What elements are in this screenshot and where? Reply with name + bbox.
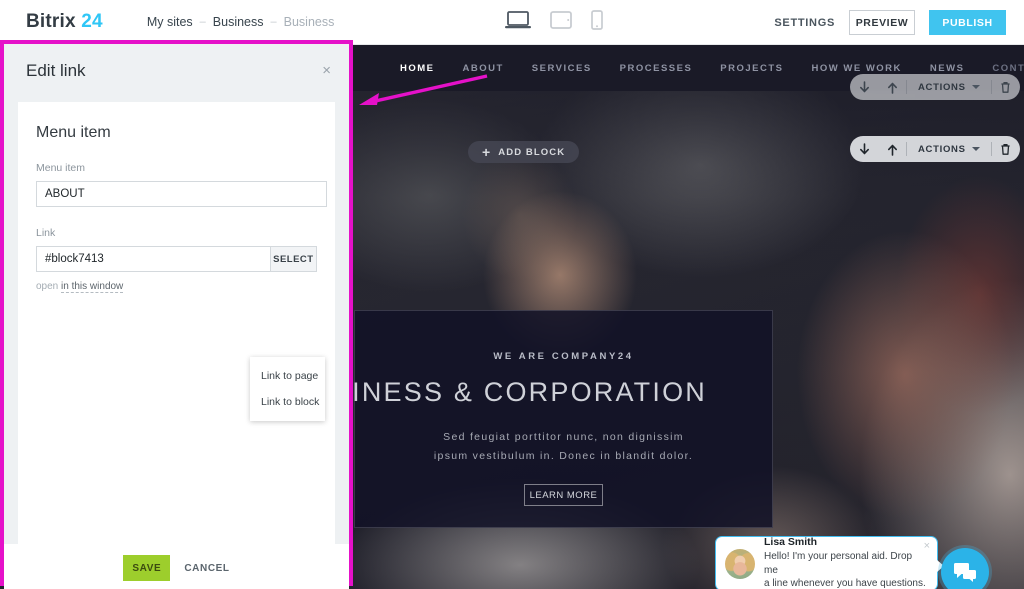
form-section-title: Menu item xyxy=(36,124,111,141)
site-nav-item-news[interactable]: NEWS xyxy=(930,63,965,74)
cancel-button[interactable]: CANCEL xyxy=(184,563,229,574)
chat-message-line-1: Hello! I'm your personal aid. Drop me xyxy=(764,551,913,576)
site-nav-item-home[interactable]: HOME xyxy=(400,63,435,74)
chat-message-line-2: a line whenever you have questions. xyxy=(764,578,926,589)
hero-subtitle: Sed feugiat porttitor nunc, non dignissi… xyxy=(355,428,772,466)
app-header: Bitrix 24 My sites – Business – Business… xyxy=(0,0,1024,45)
site-nav-item-processes[interactable]: PROCESSES xyxy=(620,63,693,74)
menu-item-input[interactable] xyxy=(36,181,327,207)
block-actions-toolbar-hero: ACTIONS xyxy=(850,136,1020,162)
link-field-label: Link xyxy=(36,227,56,239)
hero-subtitle-line-2: ipsum vestibulum in. Donec in blandit do… xyxy=(433,450,694,462)
chat-launcher-button[interactable] xyxy=(941,548,989,589)
learn-more-button[interactable]: LEARN MORE xyxy=(524,484,603,506)
select-link-button[interactable]: SELECT xyxy=(270,246,317,272)
link-input[interactable] xyxy=(36,246,271,272)
tablet-icon[interactable] xyxy=(550,11,572,34)
block-actions-button-hero[interactable]: ACTIONS xyxy=(907,136,991,162)
hero-kicker: WE ARE COMPANY24 xyxy=(493,351,634,362)
preview-button[interactable]: PREVIEW xyxy=(849,10,915,35)
dialog-title: Edit link xyxy=(26,61,86,80)
bitrix24-logo[interactable]: Bitrix 24 xyxy=(26,11,103,33)
chat-operator-name: Lisa Smith xyxy=(764,536,818,549)
link-type-dropdown: Link to page Link to block xyxy=(250,357,325,421)
breadcrumb-item-my-sites[interactable]: My sites xyxy=(147,15,193,29)
chat-bubble-icon xyxy=(954,563,976,582)
site-nav-item-how-we-work[interactable]: HOW WE WORK xyxy=(812,63,902,74)
publish-button[interactable]: PUBLISH xyxy=(929,10,1006,35)
edit-link-dialog-highlight: Edit link × Menu item Menu item Link SEL… xyxy=(0,40,353,589)
delete-block-icon[interactable] xyxy=(992,136,1020,162)
desktop-icon[interactable] xyxy=(505,11,531,34)
site-nav-item-contact[interactable]: CONTACT xyxy=(992,63,1024,74)
brand-name: Bitrix xyxy=(26,11,76,32)
menu-item-form-card: Menu item Menu item Link SELECT open in … xyxy=(18,102,335,544)
menu-item-field-label: Menu item xyxy=(36,162,86,174)
move-up-icon[interactable] xyxy=(878,74,906,100)
avatar xyxy=(725,548,755,579)
chevron-down-icon xyxy=(971,147,980,151)
save-button[interactable]: SAVE xyxy=(123,555,171,581)
breadcrumb-separator: – xyxy=(199,16,206,28)
close-icon[interactable]: × xyxy=(924,540,930,552)
block-actions-button-header[interactable]: ACTIONS xyxy=(907,74,991,100)
dropdown-item-link-to-block[interactable]: Link to block xyxy=(250,389,325,415)
dialog-footer: SAVE CANCEL xyxy=(4,544,349,589)
link-input-row: SELECT xyxy=(36,246,317,272)
site-nav-item-projects[interactable]: PROJECTS xyxy=(720,63,783,74)
chevron-down-icon xyxy=(971,85,980,89)
dialog-body: Menu item Menu item Link SELECT open in … xyxy=(4,98,349,544)
actions-label: ACTIONS xyxy=(918,81,966,93)
add-block-label: ADD BLOCK xyxy=(498,146,566,158)
settings-button[interactable]: SETTINGS xyxy=(774,17,835,29)
block-actions-toolbar-header: ACTIONS xyxy=(850,74,1020,100)
hero-subtitle-line-1: Sed feugiat porttitor nunc, non dignissi… xyxy=(443,431,684,443)
breadcrumb: My sites – Business – Business xyxy=(147,15,335,29)
open-target-row: open in this window xyxy=(36,281,317,293)
move-up-icon[interactable] xyxy=(878,136,906,162)
breadcrumb-item-business[interactable]: Business xyxy=(213,15,264,29)
brand-number: 24 xyxy=(81,11,103,32)
hero-block[interactable]: WE ARE COMPANY24 BUSINESS & CORPORATION … xyxy=(290,310,773,528)
dropdown-item-link-to-page[interactable]: Link to page xyxy=(250,363,325,389)
edit-link-dialog: Edit link × Menu item Menu item Link SEL… xyxy=(4,44,349,589)
chat-message: Hello! I'm your personal aid. Drop me a … xyxy=(764,550,928,589)
header-actions: SETTINGS PREVIEW PUBLISH xyxy=(774,0,1006,45)
open-target-toggle[interactable]: in this window xyxy=(61,281,124,293)
move-down-icon[interactable] xyxy=(850,74,878,100)
chat-text-group: Lisa Smith Hello! I'm your personal aid.… xyxy=(764,536,928,589)
site-nav-item-services[interactable]: SERVICES xyxy=(532,63,592,74)
open-prefix-label: open xyxy=(36,281,59,292)
mobile-icon[interactable] xyxy=(591,10,603,35)
close-icon[interactable]: × xyxy=(322,62,331,79)
move-down-icon[interactable] xyxy=(850,136,878,162)
breadcrumb-separator: – xyxy=(270,16,277,28)
dialog-header: Edit link × xyxy=(4,44,349,98)
chat-greeting-bubble[interactable]: Lisa Smith Hello! I'm your personal aid.… xyxy=(715,536,944,589)
site-nav-list: HOME ABOUT SERVICES PROCESSES PROJECTS H… xyxy=(400,63,1024,74)
delete-block-icon[interactable] xyxy=(992,74,1020,100)
add-block-button[interactable]: + ADD BLOCK xyxy=(468,141,580,163)
device-switcher xyxy=(505,0,603,45)
plus-icon: + xyxy=(482,144,492,160)
actions-label: ACTIONS xyxy=(918,143,966,155)
site-nav-item-about[interactable]: ABOUT xyxy=(463,63,504,74)
breadcrumb-item-current: Business xyxy=(283,15,335,29)
